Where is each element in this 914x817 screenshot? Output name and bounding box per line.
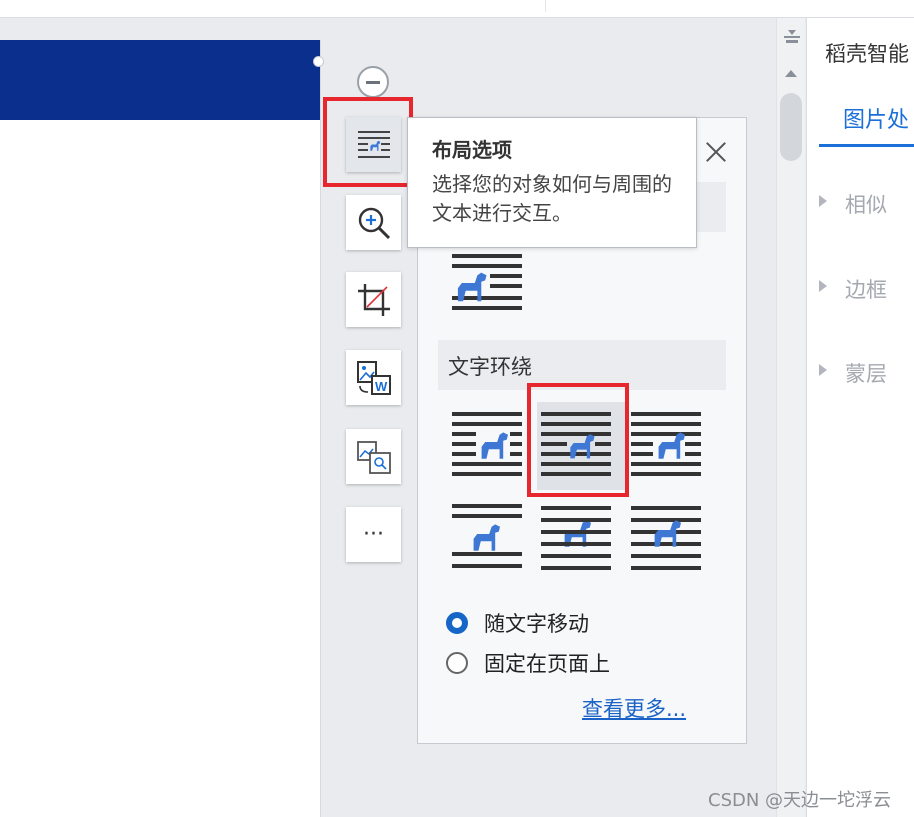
wrap-behind-text-option[interactable] [537,494,625,582]
fix-on-page-radio[interactable] [446,652,468,674]
top-divider [545,0,546,12]
expand-arrow-icon [819,364,827,376]
watermark: CSDN @天边一坨浮云 [708,790,892,811]
move-with-text-label: 随文字移动 [484,612,589,636]
side-item-similar[interactable]: 相似 [819,189,887,219]
collapse-icon[interactable] [357,66,389,98]
top-strip [0,0,914,18]
document-page[interactable] [0,40,321,817]
active-tab-underline [819,144,914,147]
see-more-link[interactable]: 查看更多... [582,693,686,723]
image-to-word-button[interactable]: W [346,350,401,405]
side-item-label: 蒙层 [845,362,887,386]
zoom-in-button[interactable] [346,195,401,250]
tooltip-title: 布局选项 [432,138,512,162]
wrap-tight-icon [541,412,611,476]
wrap-square-icon [452,412,522,476]
crop-icon [357,283,390,316]
move-with-text-option[interactable]: 随文字移动 [446,608,589,638]
side-pane-title: 稻壳智能 [825,42,909,66]
image-to-word-icon: W [356,360,391,395]
wrap-through-option[interactable] [627,402,715,490]
wrap-through-icon [631,412,701,476]
svg-text:W: W [375,379,388,394]
inline-layout-icon [452,254,522,310]
wrap-in-front-option[interactable] [627,494,715,582]
vertical-scrollbar[interactable] [776,18,805,817]
selected-image[interactable] [0,40,320,120]
wrap-section-label: 文字环绕 [448,355,532,379]
scroll-thumb[interactable] [780,93,802,161]
fix-on-page-option[interactable]: 固定在页面上 [446,648,610,678]
close-icon[interactable] [704,140,728,164]
layout-options-icon [357,130,390,158]
side-item-label: 相似 [845,193,887,217]
wrap-inline-option[interactable] [446,248,534,336]
move-with-text-radio[interactable] [446,612,468,634]
side-pane: 稻壳智能 图片处 相似 边框 蒙层 [806,18,914,817]
side-item-label: 边框 [845,278,887,302]
wrap-in-front-icon [631,506,701,570]
wrap-square-option[interactable] [448,402,536,490]
wrap-top-bottom-icon [452,504,522,568]
image-convert-icon [356,440,391,474]
more-icon[interactable]: ··· [346,507,401,562]
fix-on-page-label: 固定在页面上 [484,652,610,676]
crop-button[interactable] [346,272,401,327]
zoom-in-icon [358,207,390,239]
tooltip-description: 选择您的对象如何与周围的文本进行交互。 [432,172,672,225]
split-view-icon[interactable] [784,30,800,44]
wrap-top-bottom-option[interactable] [448,494,536,582]
tab-image-processing[interactable]: 图片处 [843,102,909,134]
wrap-tight-option[interactable] [537,402,625,490]
wrap-behind-text-icon [541,506,611,570]
layout-options-tooltip: 布局选项 选择您的对象如何与周围的文本进行交互。 [407,117,697,248]
wrap-section-header: 文字环绕 [438,340,726,390]
side-item-mask[interactable]: 蒙层 [819,358,887,388]
layout-options-button[interactable] [346,117,401,172]
scroll-up-arrow[interactable] [785,70,797,77]
side-item-border[interactable]: 边框 [819,274,887,304]
image-convert-button[interactable] [346,429,401,484]
image-resize-handle[interactable] [313,56,324,67]
expand-arrow-icon [819,195,827,207]
expand-arrow-icon [819,280,827,292]
